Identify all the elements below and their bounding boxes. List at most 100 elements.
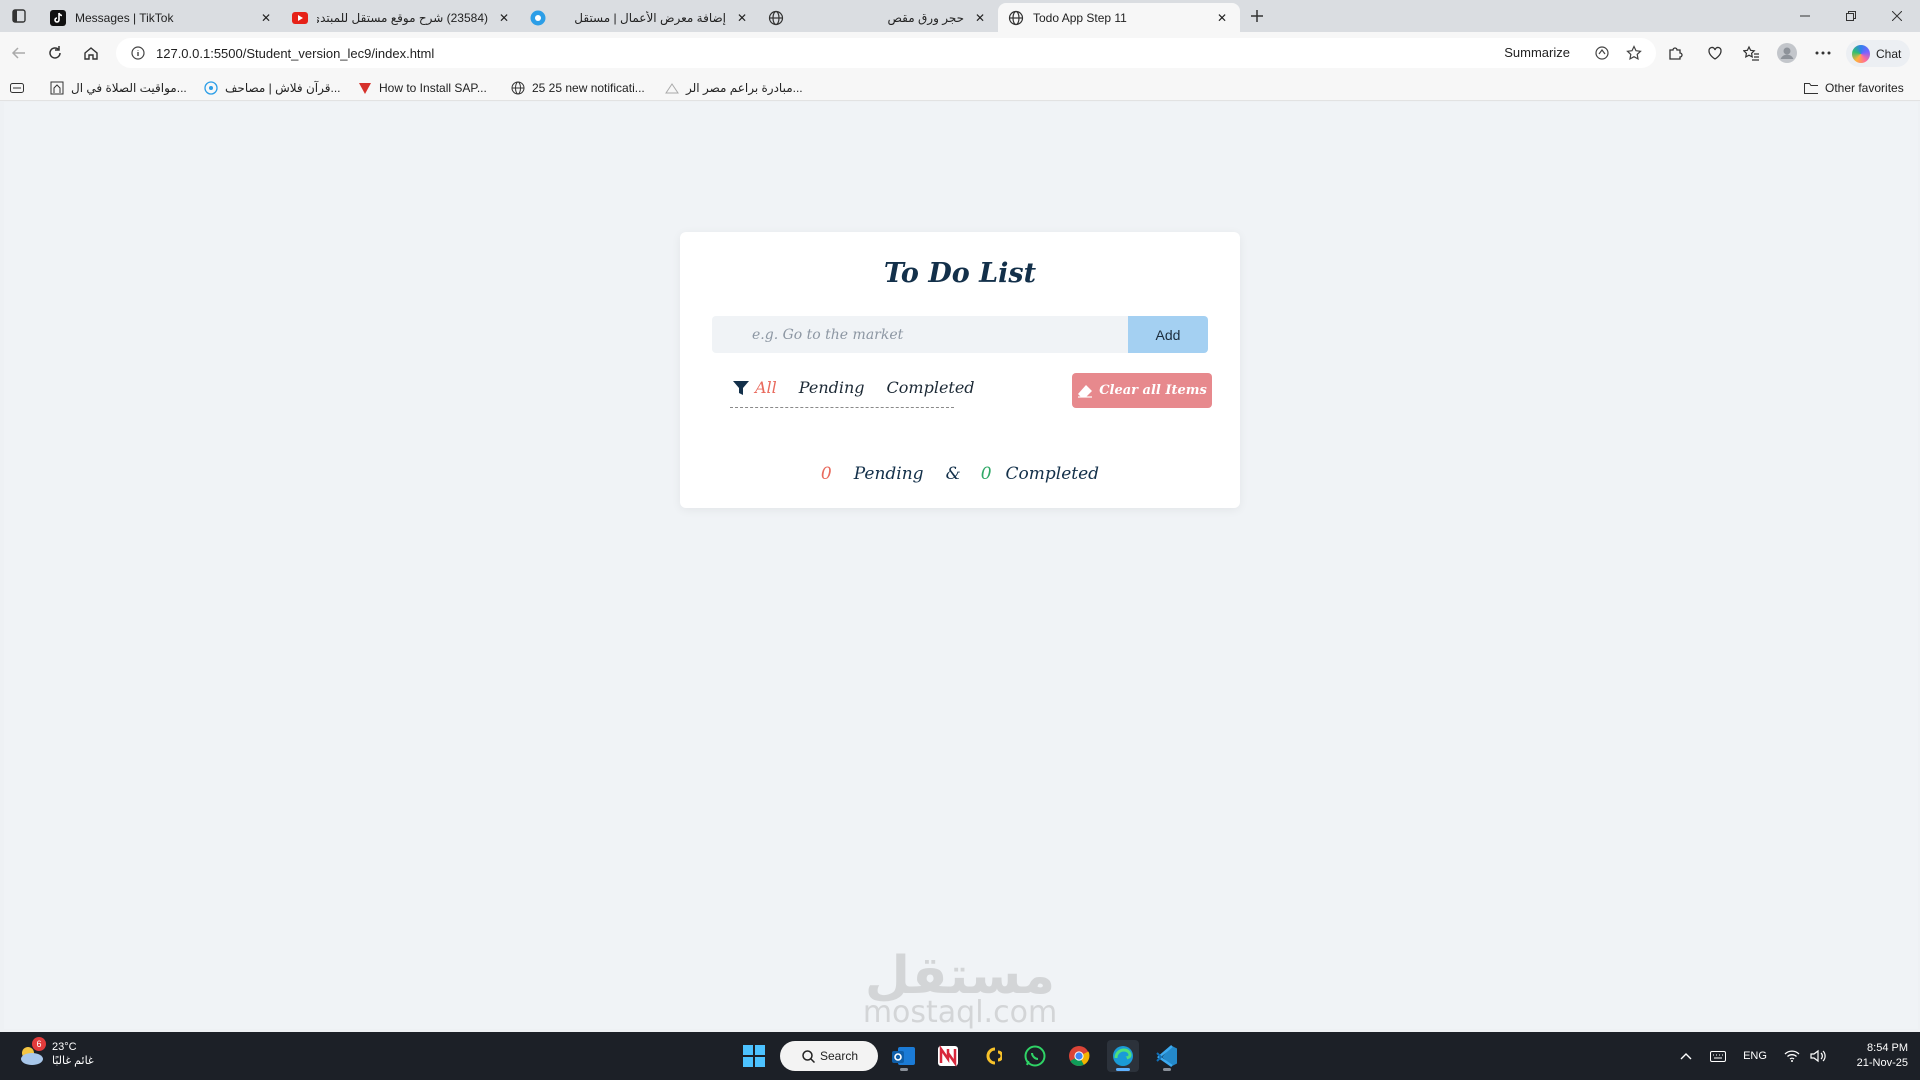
language-indicator[interactable]: ENG: [1738, 1032, 1772, 1080]
watermark-url: mostaql.com: [862, 995, 1058, 1030]
tiktok-icon: [50, 9, 66, 26]
favorite-item-notifications[interactable]: 25 25 new notificati...: [511, 80, 645, 96]
tab-actions-icon: [12, 9, 26, 23]
close-tab-icon[interactable]: ✕: [258, 10, 274, 26]
tab-title: حجر ورق مقص: [887, 10, 964, 25]
favorite-star-icon[interactable]: [1624, 43, 1644, 63]
browser-essentials-button[interactable]: [1703, 41, 1727, 65]
speaker-icon: [1810, 1049, 1826, 1063]
windows-start-icon: [743, 1045, 765, 1067]
tab-mostaql[interactable]: إضافة معرض الأعمال | مستقل ✕: [520, 3, 760, 32]
profile-button[interactable]: [1775, 41, 1799, 65]
refresh-icon: [49, 46, 61, 59]
address-bar[interactable]: 127.0.0.1:5500/Student_version_lec9/inde…: [116, 38, 1656, 68]
filter-completed[interactable]: Completed: [887, 378, 975, 397]
weather-temp: 23°C: [52, 1041, 77, 1053]
tab-title: إضافة معرض الأعمال | مستقل: [574, 10, 726, 25]
globe-icon: [1008, 10, 1024, 26]
refresh-button[interactable]: [42, 40, 68, 66]
close-icon: [1892, 11, 1902, 21]
globe-icon: [511, 81, 525, 95]
taskbar-search[interactable]: Search: [780, 1041, 878, 1071]
other-favorites-folder[interactable]: Other favorites: [1804, 80, 1904, 96]
restore-icon: [1846, 11, 1856, 21]
url-text[interactable]: 127.0.0.1:5500/Student_version_lec9/inde…: [156, 46, 434, 61]
tab-tiktok[interactable]: Messages | TikTok ✕: [40, 3, 284, 32]
taskbar-chrome[interactable]: [1063, 1040, 1095, 1072]
close-tab-icon[interactable]: ✕: [1214, 10, 1230, 26]
copilot-summary-icon[interactable]: [1592, 43, 1612, 63]
initiative-icon: [665, 81, 679, 95]
reading-view-button[interactable]: [10, 80, 31, 96]
show-hidden-icons-button[interactable]: [1674, 1032, 1698, 1080]
favorite-item-prayer-times[interactable]: مواقيت الصلاة في ال...: [50, 80, 187, 96]
taskbar-clipchamp[interactable]: [975, 1040, 1007, 1072]
home-button[interactable]: [78, 40, 104, 66]
globe-icon: [768, 10, 784, 26]
summarize-button[interactable]: Summarize: [1504, 45, 1570, 60]
completed-count: 0: [980, 464, 992, 484]
filter-all[interactable]: All: [755, 378, 777, 397]
volume-button[interactable]: [1806, 1032, 1830, 1080]
clipchamp-icon: [986, 1047, 1002, 1065]
clear-all-label: Clear all Items: [1099, 383, 1207, 398]
favorite-label: 25 25 new notificati...: [532, 81, 645, 95]
mostaql-icon: [530, 10, 546, 26]
start-button[interactable]: [738, 1040, 770, 1072]
home-icon: [84, 47, 98, 60]
tab-youtube[interactable]: (23584) شرح موقع مستقل للمبتدئ ✕: [282, 3, 522, 32]
close-window-button[interactable]: [1874, 0, 1920, 32]
whatsapp-icon: [1024, 1045, 1046, 1067]
restore-button[interactable]: [1828, 0, 1874, 32]
favorite-label: How to Install SAP...: [379, 81, 487, 95]
filter-funnel-icon: [733, 379, 749, 397]
search-label: Search: [820, 1049, 859, 1063]
taskbar-vscode[interactable]: [1151, 1040, 1183, 1072]
tab-todo-app[interactable]: Todo App Step 11 ✕: [998, 3, 1240, 32]
add-button[interactable]: Add: [1128, 316, 1208, 353]
mosque-icon: [50, 81, 64, 95]
tab-title: Todo App Step 11: [1033, 10, 1127, 25]
wifi-button[interactable]: [1780, 1032, 1804, 1080]
favorite-item-sap[interactable]: How to Install SAP...: [358, 80, 487, 96]
favorite-item-quran[interactable]: قرآن فلاش | مصاحف...: [204, 80, 341, 96]
taskbar-news[interactable]: [932, 1040, 964, 1072]
minimize-button[interactable]: [1782, 0, 1828, 32]
tab-strip: Messages | TikTok ✕ (23584) شرح موقع مست…: [0, 0, 1920, 32]
new-tab-button[interactable]: [1246, 6, 1268, 26]
touch-keyboard-button[interactable]: [1706, 1032, 1730, 1080]
back-arrow-icon: [11, 47, 25, 59]
favorite-label: قرآن فلاش | مصاحف...: [225, 81, 341, 95]
tab-actions-button[interactable]: [8, 6, 30, 26]
back-button[interactable]: [6, 40, 32, 66]
weather-widget[interactable]: 6 23°C غائم غالبًا: [16, 1037, 94, 1069]
taskbar-whatsapp[interactable]: [1019, 1040, 1051, 1072]
vscode-icon: [1156, 1045, 1177, 1067]
page-viewport: To Do List Add All Pending Completed Cle…: [4, 102, 1918, 1029]
clock-time: 8:54 PM: [1867, 1042, 1908, 1054]
copilot-icon: [1852, 44, 1870, 63]
close-tab-icon[interactable]: ✕: [496, 10, 512, 26]
site-info-icon[interactable]: [124, 39, 152, 67]
filter-pending[interactable]: Pending: [799, 378, 865, 397]
close-tab-icon[interactable]: ✕: [972, 10, 988, 26]
youtube-icon: [292, 10, 308, 26]
weather-cloud-icon: 6: [16, 1037, 46, 1069]
favorite-label: مبادرة براعم مصر الر...: [686, 81, 803, 95]
favorite-item-initiative[interactable]: مبادرة براعم مصر الر...: [665, 80, 803, 96]
taskbar-outlook[interactable]: [888, 1040, 920, 1072]
settings-more-button[interactable]: [1811, 41, 1835, 65]
taskbar-clock[interactable]: 8:54 PM 21-Nov-25: [1836, 1041, 1908, 1071]
tab-rock-paper-scissors[interactable]: حجر ورق مقص ✕: [758, 3, 998, 32]
clear-all-button[interactable]: Clear all Items: [1072, 373, 1212, 408]
plus-icon: [1251, 10, 1263, 22]
mostaql-watermark: مستقل mostaql.com: [840, 948, 1080, 1032]
copilot-chat-button[interactable]: Chat: [1846, 40, 1910, 67]
todo-input[interactable]: [712, 316, 1128, 353]
favorites-button[interactable]: [1739, 41, 1763, 65]
more-dots-icon: [1815, 51, 1831, 55]
extensions-button[interactable]: [1663, 41, 1687, 65]
avatar-icon: [1777, 43, 1797, 63]
close-tab-icon[interactable]: ✕: [734, 10, 750, 26]
taskbar-edge[interactable]: [1107, 1040, 1139, 1072]
